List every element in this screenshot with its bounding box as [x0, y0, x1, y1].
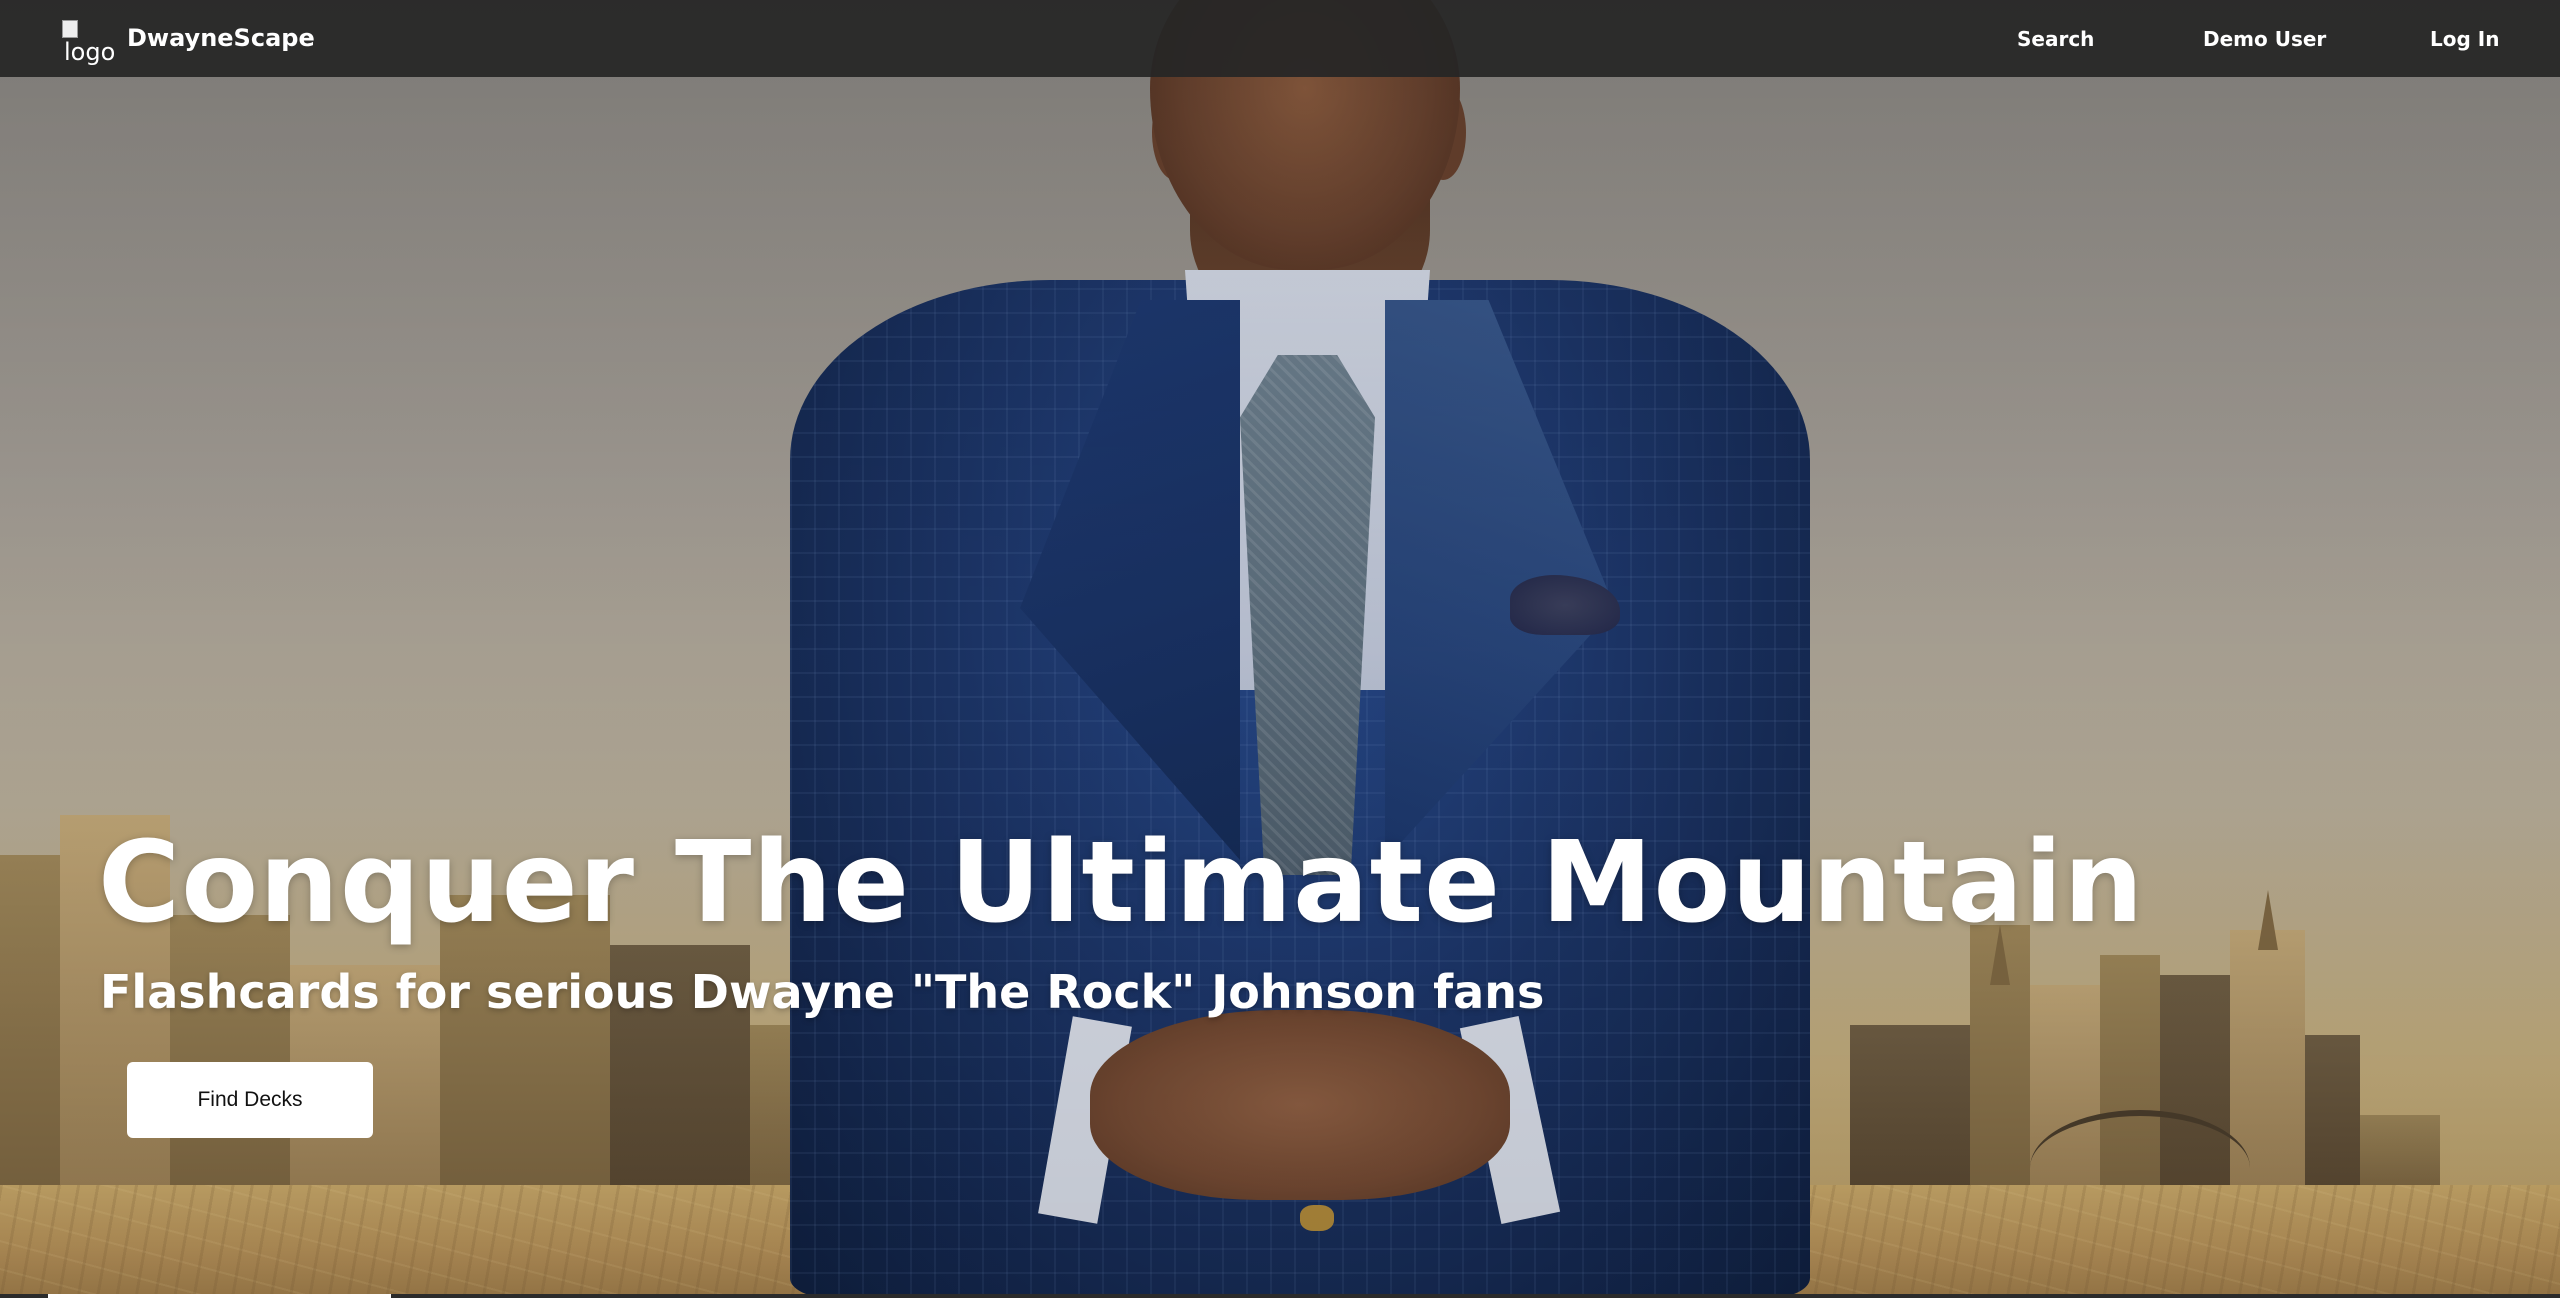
- hero-subheadline: Flashcards for serious Dwayne "The Rock"…: [100, 965, 1545, 1019]
- hero-overlay: [0, 0, 2560, 1298]
- scroll-indicator: [48, 1294, 391, 1298]
- nav-demo-user-link[interactable]: Demo User: [2203, 27, 2326, 51]
- hero-background: [0, 0, 2560, 1298]
- navbar: logo DwayneScape Search Demo User Log In: [0, 0, 2560, 77]
- find-decks-button[interactable]: Find Decks: [127, 1062, 373, 1138]
- brand-name[interactable]: DwayneScape: [127, 24, 315, 52]
- nav-login-link[interactable]: Log In: [2430, 27, 2499, 51]
- logo[interactable]: logo: [62, 20, 122, 70]
- logo-alt-text: logo: [64, 38, 116, 66]
- broken-image-icon: [62, 20, 78, 38]
- nav-search-link[interactable]: Search: [2017, 27, 2094, 51]
- hero-headline: Conquer The Ultimate Mountain: [98, 818, 2145, 948]
